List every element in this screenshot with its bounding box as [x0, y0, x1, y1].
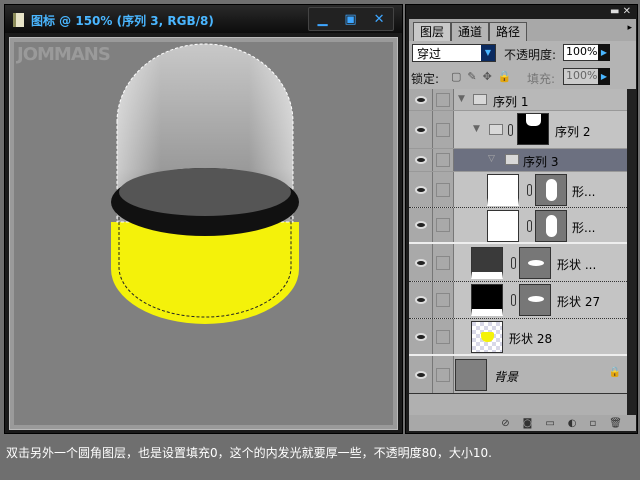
adjustment-layer-icon[interactable]: ◐ — [568, 418, 577, 429]
vector-mask-thumbnail — [519, 247, 551, 279]
eye-icon — [415, 296, 427, 304]
link-icon — [511, 294, 516, 306]
layers-panel: ▬ ✕ 图层 通道 路径 ▸ 穿过 ▼ 不透明度: 100% ▶ 锁定: ▢✎✥🔒… — [405, 4, 638, 434]
link-icon — [508, 124, 513, 136]
folder-icon — [473, 94, 487, 105]
layer-style-icon[interactable]: ◙ — [523, 418, 533, 429]
layer-name: 序列 2 — [555, 125, 591, 139]
mask-thumbnail — [517, 113, 549, 145]
layer-row[interactable]: 形状 ... — [409, 244, 627, 282]
chevron-down-icon: ▼ — [481, 45, 495, 61]
vector-mask-thumbnail — [535, 210, 567, 242]
lock-icons[interactable]: ▢✎✥🔒 — [451, 70, 518, 83]
canvas-frame: JOMMANS — [9, 37, 398, 430]
fill-input[interactable]: 100% — [563, 68, 599, 85]
visibility-toggle[interactable] — [409, 111, 433, 148]
visibility-toggle[interactable] — [409, 149, 433, 171]
opacity-slider-arrow[interactable]: ▶ — [598, 44, 610, 61]
shape-thumbnail — [471, 321, 503, 353]
fill-slider-arrow[interactable]: ▶ — [598, 68, 610, 85]
eye-icon — [415, 258, 427, 267]
new-layer-icon[interactable]: ▫ — [590, 418, 597, 429]
visibility-toggle[interactable] — [409, 319, 433, 354]
link-layers-icon[interactable]: ⊘ — [501, 418, 509, 429]
layer-row-background[interactable]: 背景 🔒 — [409, 356, 627, 394]
visibility-toggle[interactable] — [409, 244, 433, 281]
close-button[interactable]: ✕ — [374, 12, 385, 27]
layers-list: ▼ 序列 1 ▼ 序列 2 ▽ 序列 3 形... 形... 形状 ... 形状… — [409, 89, 627, 415]
eye-icon — [415, 370, 427, 379]
folder-icon — [505, 154, 519, 165]
visibility-toggle[interactable] — [409, 208, 433, 242]
fill-thumbnail — [487, 174, 519, 206]
layer-row[interactable]: ▼ 序列 1 — [409, 89, 627, 111]
expand-triangle-icon[interactable]: ▼ — [458, 94, 465, 104]
expand-triangle-icon[interactable]: ▼ — [473, 124, 480, 134]
layer-row-selected[interactable]: ▽ 序列 3 — [409, 149, 627, 172]
document-title-bar[interactable]: 图标 @ 150% (序列 3, RGB/8) ▁ ▣ ✕ — [5, 5, 402, 33]
vector-mask-thumbnail — [535, 174, 567, 206]
layer-row[interactable]: 形... — [409, 172, 627, 208]
eye-icon — [415, 156, 427, 164]
minimize-button[interactable]: ▁ — [317, 12, 327, 27]
layer-name: 形状 28 — [509, 332, 553, 346]
tab-layers[interactable]: 图层 — [413, 22, 452, 41]
capsule-artwork — [111, 43, 299, 324]
layer-name: 序列 3 — [523, 155, 559, 169]
fill-thumbnail — [471, 247, 503, 279]
layers-scrollbar[interactable] — [627, 89, 636, 415]
visibility-toggle[interactable] — [409, 356, 433, 393]
document-window: 图标 @ 150% (序列 3, RGB/8) ▁ ▣ ✕ JOMMANS — [4, 4, 403, 434]
eye-icon — [415, 125, 427, 134]
fill-thumbnail — [487, 210, 519, 242]
blend-mode-value: 穿过 — [417, 47, 442, 61]
background-thumbnail — [455, 359, 487, 391]
eye-icon — [415, 185, 427, 194]
layer-name: 序列 1 — [493, 95, 529, 109]
layer-name: 形... — [572, 221, 596, 235]
panel-menu-icon[interactable]: ▸ — [627, 23, 632, 33]
caption-text: 双击另外一个圆角图层，也是设置填充0，这个的内发光就要厚一些，不透明度80，大小… — [6, 446, 492, 460]
eye-icon — [415, 95, 427, 104]
lock-label: 锁定: — [411, 72, 440, 86]
layer-name: 背景 — [494, 370, 519, 384]
tab-channels[interactable]: 通道 — [451, 22, 490, 41]
layer-row[interactable]: ▼ 序列 2 — [409, 111, 627, 149]
folder-icon — [489, 124, 503, 135]
fill-label: 填充: — [527, 72, 556, 86]
new-group-icon[interactable]: ▭ — [545, 418, 554, 429]
document-icon — [13, 13, 24, 27]
layer-row[interactable]: 形状 27 — [409, 282, 627, 319]
canvas[interactable]: JOMMANS — [14, 42, 393, 425]
layers-toolbar: ⊘ ◙ ▭ ◐ ▫ 🗑 — [409, 415, 636, 431]
lock-icon: 🔒 — [608, 367, 621, 378]
expand-triangle-icon[interactable]: ▽ — [488, 154, 495, 164]
layer-row[interactable]: 形... — [409, 208, 627, 244]
tab-paths[interactable]: 路径 — [489, 22, 528, 41]
vector-mask-thumbnail — [519, 284, 551, 316]
layer-name: 形... — [572, 185, 596, 199]
link-icon — [527, 184, 532, 196]
opacity-input[interactable]: 100% — [563, 44, 599, 61]
visibility-toggle[interactable] — [409, 172, 433, 207]
eye-icon — [415, 332, 427, 341]
layer-row[interactable]: 形状 28 — [409, 319, 627, 356]
panel-controls[interactable]: ▬ ✕ — [610, 6, 631, 17]
eye-icon — [415, 221, 427, 229]
fill-thumbnail — [471, 284, 503, 316]
layer-name: 形状 27 — [557, 295, 601, 309]
opacity-label: 不透明度: — [504, 48, 557, 62]
visibility-toggle[interactable] — [409, 282, 433, 318]
trash-icon[interactable]: 🗑 — [609, 418, 622, 429]
link-icon — [511, 257, 516, 269]
document-title: 图标 @ 150% (序列 3, RGB/8) — [31, 14, 214, 28]
layer-name: 形状 ... — [557, 258, 597, 272]
link-icon — [527, 220, 532, 232]
visibility-toggle[interactable] — [409, 89, 433, 110]
restore-button[interactable]: ▣ — [344, 12, 356, 27]
blend-mode-select[interactable]: 穿过 ▼ — [412, 44, 496, 62]
